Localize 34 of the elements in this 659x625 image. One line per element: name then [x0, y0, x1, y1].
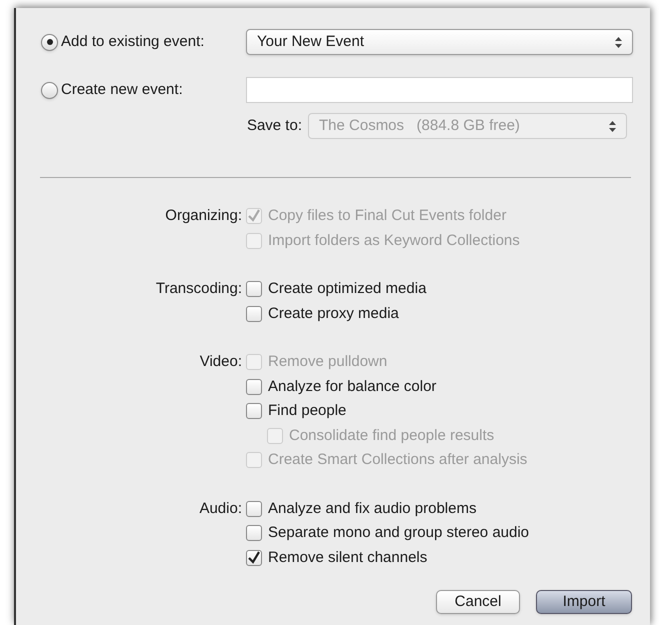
checkbox[interactable] — [246, 281, 262, 298]
checkbox[interactable] — [246, 378, 262, 395]
cancel-button[interactable]: Cancel — [436, 590, 520, 614]
checkbox[interactable] — [246, 403, 262, 420]
checkbox-label: Import folders as Keyword Collections — [268, 230, 520, 250]
section-label: Transcoding: — [156, 280, 242, 297]
save-to-label: Save to: — [246, 116, 302, 136]
updown-arrows-icon — [609, 120, 616, 132]
radio-label: Add to existing event: — [61, 32, 204, 52]
checkbox-label: Remove silent channels — [268, 548, 428, 568]
checkbox-label: Create optimized media — [268, 279, 426, 299]
checkbox-label: Remove pulldown — [268, 352, 388, 372]
event-name-field[interactable] — [246, 77, 633, 103]
radio-label: Create new event: — [61, 80, 183, 100]
checkbox-label: Create proxy media — [268, 304, 399, 324]
checkbox[interactable] — [246, 550, 262, 566]
updown-arrows-icon — [615, 36, 622, 48]
checkbox[interactable] — [246, 306, 262, 322]
checkbox-label: Copy files to Final Cut Events folder — [268, 206, 506, 226]
section-label: Video: — [200, 353, 242, 370]
checkbox[interactable] — [246, 500, 262, 517]
checkbox[interactable] — [246, 525, 262, 542]
radio-button[interactable] — [41, 34, 58, 50]
checkbox-label: Create Smart Collections after analysis — [268, 450, 528, 470]
checkbox-label: Consolidate find people results — [289, 426, 494, 446]
section-label: Audio: — [199, 500, 242, 516]
import-button[interactable]: Import — [536, 590, 632, 614]
radio-button[interactable] — [41, 82, 58, 98]
checkbox-label: Find people — [268, 401, 346, 421]
checkbox-label: Separate mono and group stereo audio — [268, 523, 530, 543]
event-select[interactable]: Your New Event — [246, 29, 633, 55]
checkbox-label: Analyze for balance color — [268, 376, 436, 396]
checkbox-label: Analyze and fix audio problems — [268, 498, 476, 518]
section-label: Organizing: — [165, 207, 242, 224]
